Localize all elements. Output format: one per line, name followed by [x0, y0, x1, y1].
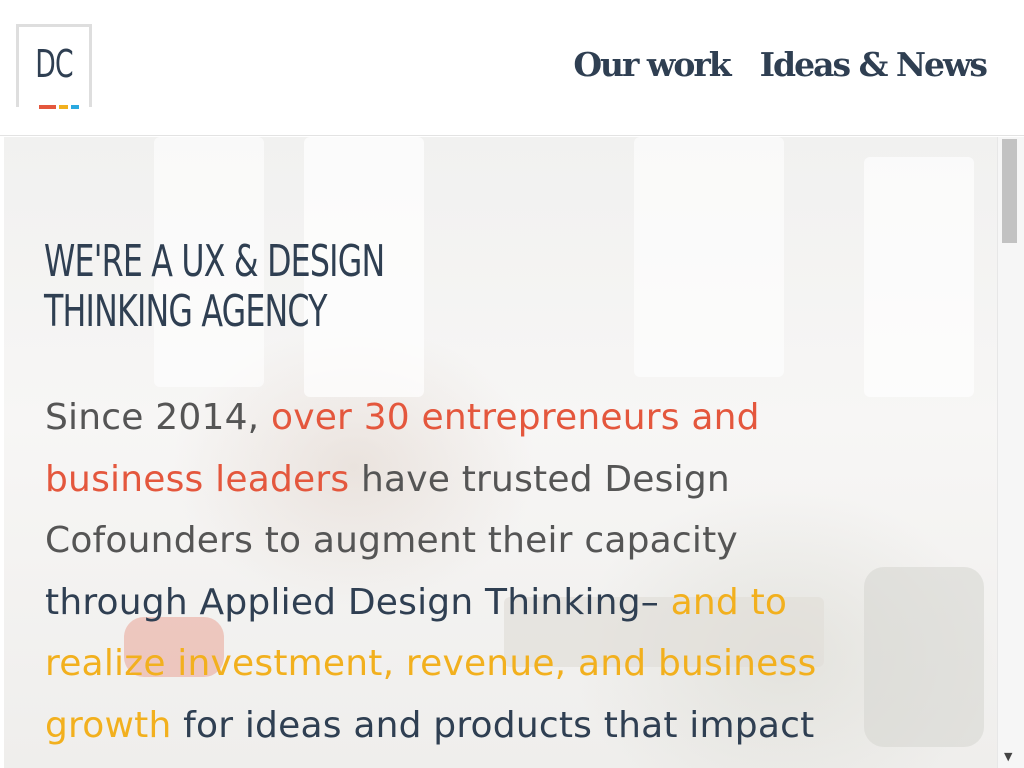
nav-link-ideas-news[interactable]: Ideas & News: [760, 48, 988, 81]
nav-link-our-work[interactable]: Our work: [573, 48, 731, 81]
intro-part-dark: for ideas and products that impact: [171, 704, 815, 746]
logo-bar-yellow: [59, 105, 68, 109]
logo-bar-blue: [71, 105, 79, 109]
intro-part-dark: through Applied Design Thinking–: [45, 581, 659, 623]
scrollbar-thumb[interactable]: [1002, 139, 1017, 243]
logo-bar-red: [39, 105, 56, 109]
background-window: [864, 157, 974, 397]
page-scrollbar[interactable]: ▼: [997, 137, 1024, 768]
hero-heading-line1: WE'RE A UX & DESIGN: [44, 236, 385, 287]
hero-heading: WE'RE A UX & DESIGN THINKING AGENCY: [44, 236, 385, 337]
hero-heading-line2: THINKING AGENCY: [44, 286, 327, 337]
main-nav: Our work Ideas & News: [573, 48, 988, 81]
hero-section: WE'RE A UX & DESIGN THINKING AGENCY Sinc…: [4, 137, 997, 768]
intro-part-plain: Since 2014,: [45, 397, 271, 438]
logo-color-bars: [39, 105, 79, 109]
background-chair: [864, 567, 984, 747]
background-window: [634, 137, 784, 377]
chevron-down-icon[interactable]: ▼: [1004, 751, 1012, 762]
logo-text: DC: [35, 42, 73, 86]
dc-logo[interactable]: DC: [16, 24, 92, 109]
hero-intro-text: Since 2014, over 30 entrepreneurs and bu…: [45, 387, 845, 756]
site-header: DC Our work Ideas & News: [0, 0, 1024, 136]
